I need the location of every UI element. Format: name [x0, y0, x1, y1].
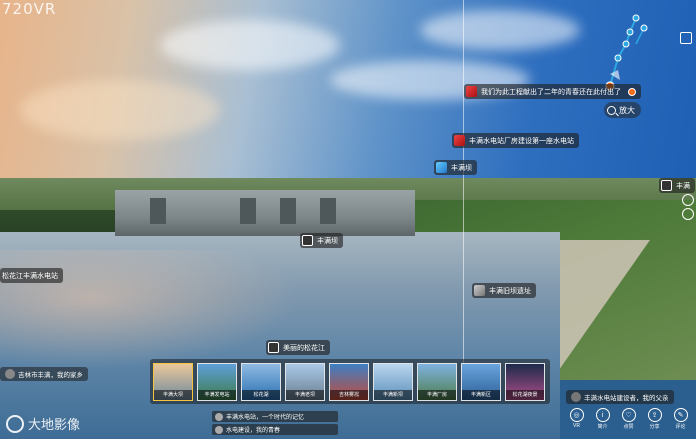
message-text: 吉林市丰满，我的家乡 — [18, 372, 83, 379]
thumbnail-caption: 丰满发电站 — [198, 390, 236, 400]
dam-gate — [240, 198, 256, 224]
scene-icon — [436, 162, 447, 173]
note-icon — [454, 135, 465, 146]
gyroscope-icon[interactable] — [682, 208, 694, 220]
message-text: 丰满水电站建设者，我的父亲 — [584, 395, 669, 402]
vr-label: VR — [573, 423, 580, 429]
avatar — [571, 392, 581, 402]
info-label: 简介 — [597, 424, 608, 430]
brand-logo: 大地影像 — [6, 414, 80, 433]
dam-gate — [150, 198, 166, 224]
scene-thumbnail[interactable]: 松花湖 — [241, 363, 281, 401]
scene-thumbnail[interactable]: 松花湖夜景 — [505, 363, 545, 401]
hotspot-right-edge[interactable]: 丰满 — [659, 178, 695, 193]
hotspot-label: 丰满坝 — [451, 164, 472, 172]
share-icon: ⇪ — [647, 408, 662, 422]
poster-icon — [466, 86, 477, 97]
message-bubble: 吉林市丰满，我的家乡 — [0, 367, 88, 381]
thumbnail-caption: 吉林雾凇 — [330, 390, 368, 400]
comment-item: 水电建设，我的青春 — [212, 424, 338, 435]
person-icon — [661, 180, 672, 191]
cloud — [420, 10, 580, 50]
info-icon: i — [595, 408, 610, 422]
scene-thumbnail[interactable]: 吉林雾凇 — [329, 363, 369, 401]
hotspot-label: 丰满水电站厂房建设第一座水电站 — [469, 137, 574, 145]
light-beam — [463, 0, 464, 380]
scene-thumbnail[interactable]: 丰满新坝 — [373, 363, 413, 401]
hotspot-label: 丰满坝 — [317, 237, 338, 245]
like-icon: ♡ — [621, 408, 636, 422]
top-logo: 720VR — [2, 0, 57, 18]
like-label: 点赞 — [623, 424, 634, 430]
cloud — [160, 20, 340, 70]
share-button[interactable]: ⇪ 分享 — [646, 408, 663, 430]
hotspot-label: 美丽的松花江 — [283, 344, 325, 352]
map-zoom-button[interactable]: 放大 — [604, 102, 641, 118]
hotspot-scene[interactable]: 丰满坝 — [434, 160, 477, 175]
thumbnail-caption: 丰满大坝 — [154, 390, 192, 400]
thumbnail-caption: 丰满老坝 — [286, 390, 324, 400]
scene-thumbnail[interactable]: 丰满发电站 — [197, 363, 237, 401]
hotspot-village[interactable]: 丰满旧坝遗址 — [472, 283, 536, 298]
avatar — [215, 412, 223, 421]
scene-thumbnail[interactable]: 丰满老坝 — [285, 363, 325, 401]
thumbnail-caption: 松花湖夜景 — [506, 390, 544, 400]
comment-icon: ✎ — [673, 408, 688, 422]
info-button[interactable]: i 简介 — [594, 408, 611, 430]
brand-logo-icon — [6, 414, 24, 433]
comment-item: 丰满水电站，一个时代的记忆 — [212, 411, 338, 422]
location-icon[interactable] — [682, 194, 694, 206]
comment-feed: 丰满水电站，一个时代的记忆 水电建设，我的青春 — [212, 411, 338, 437]
comment-text: 水电建设，我的青春 — [226, 428, 281, 434]
hotspot-center[interactable]: 丰满坝 — [300, 233, 343, 248]
share-label: 分享 — [649, 424, 660, 430]
hotspot-label: 松花江丰满水电站 — [2, 272, 58, 280]
hotspot-poster[interactable]: 我们为此工程献出了二年的青春还在此付出了 — [464, 84, 641, 99]
person-icon — [268, 342, 279, 353]
comment-label: 评论 — [675, 424, 686, 430]
thumbnail-caption: 丰满厂房 — [418, 390, 456, 400]
dam-gate — [320, 198, 336, 224]
comment-button[interactable]: ✎ 评论 — [672, 408, 689, 430]
vr-icon: ◎ — [569, 408, 584, 422]
thumbnail-caption: 松花湖 — [242, 390, 280, 400]
hotspot-note[interactable]: 丰满水电站厂房建设第一座水电站 — [452, 133, 579, 148]
hotspot-label: 我们为此工程献出了二年的青春还在此付出了 — [481, 88, 621, 96]
hotspot-label: 丰满 — [676, 182, 690, 190]
hotspot-river[interactable]: 美丽的松花江 — [266, 340, 330, 355]
fullscreen-icon[interactable] — [680, 32, 692, 44]
message-bubble: 丰满水电站建设者，我的父亲 — [566, 390, 674, 404]
avatar — [5, 369, 15, 379]
dam-gate — [280, 198, 296, 224]
cloud — [20, 80, 220, 140]
hotspot-label: 丰满旧坝遗址 — [489, 287, 531, 295]
vr-button[interactable]: ◎ VR — [568, 408, 585, 430]
brand-name: 大地影像 — [28, 418, 81, 433]
search-icon — [607, 105, 616, 115]
location-dot-icon — [628, 87, 636, 96]
photo-icon — [474, 285, 485, 296]
map-zoom-label: 放大 — [619, 105, 635, 115]
thumbnail-caption: 丰满新区 — [462, 390, 500, 400]
avatar — [215, 425, 223, 434]
like-button[interactable]: ♡ 点赞 — [620, 408, 637, 430]
hotspot-left-edge[interactable]: 松花江丰满水电站 — [0, 268, 63, 283]
scene-thumbnail[interactable]: 丰满厂房 — [417, 363, 457, 401]
bottom-toolbar: ◎ VR i 简介 ♡ 点赞 ⇪ 分享 ✎ 评论 — [568, 408, 689, 430]
search-icon — [302, 235, 313, 246]
scene-thumbnail[interactable]: 丰满新区 — [461, 363, 501, 401]
comment-text: 丰满水电站，一个时代的记忆 — [226, 415, 305, 421]
thumbnail-caption: 丰满新坝 — [374, 390, 412, 400]
scene-thumbnail[interactable]: 丰满大坝 — [153, 363, 193, 401]
